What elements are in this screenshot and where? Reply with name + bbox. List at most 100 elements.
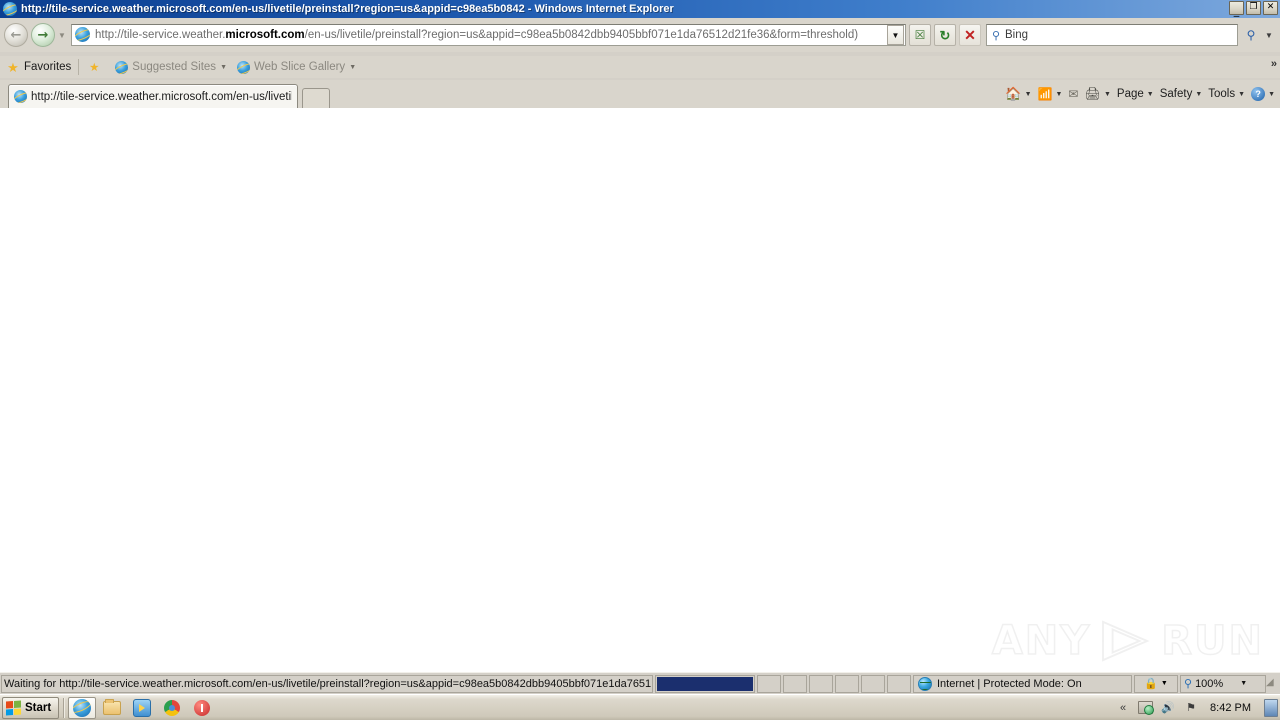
compatibility-view-button[interactable]: ☒ (909, 24, 931, 46)
stop-button[interactable]: ✕ (959, 24, 981, 46)
resize-grip[interactable]: ◢ (1266, 677, 1278, 689)
show-desktop-button[interactable] (1264, 698, 1278, 717)
safety-menu-label: Safety (1159, 88, 1193, 100)
chevron-down-icon: ▼ (349, 63, 357, 71)
status-segment (835, 674, 859, 693)
volume-icon[interactable]: 🔊 (1160, 700, 1176, 716)
taskbar-divider (63, 697, 65, 718)
lock-icon: 🔒 (1144, 678, 1158, 690)
taskbar-item-internet-explorer[interactable] (68, 696, 97, 719)
window-controls: _ ❐ ✕ (1229, 1, 1278, 17)
new-tab-button[interactable] (302, 88, 330, 108)
status-message: Waiting for http://tile-service.weather.… (1, 674, 653, 693)
minimize-icon: _ (1233, 3, 1240, 17)
protected-mode-indicator[interactable]: 🔒 ▼ (1134, 674, 1178, 693)
taskbar-item-chrome-browser[interactable] (158, 697, 186, 719)
tools-menu-label: Tools (1208, 88, 1236, 100)
rss-feed-icon: 📶 (1037, 87, 1053, 101)
search-go-button[interactable]: ⚲ (1240, 24, 1262, 46)
internet-zone-icon (918, 676, 932, 691)
address-bar[interactable]: http://tile-service.weather.microsoft.co… (71, 24, 906, 46)
tools-menu-button[interactable]: Tools ▼ (1205, 83, 1248, 105)
search-box[interactable]: ⚲ Bing (986, 24, 1238, 46)
home-button[interactable]: 🏠 ▼ (1002, 83, 1034, 105)
print-button[interactable]: 🖨 ▼ (1081, 83, 1113, 105)
ie-icon (235, 60, 251, 74)
ie-icon (73, 698, 92, 717)
tab-favicon-icon (14, 90, 27, 103)
taskbar-item-power-app[interactable] (188, 697, 216, 719)
watermark-text-left: ANY (991, 617, 1092, 665)
show-hidden-icons-button[interactable]: « (1115, 700, 1131, 716)
status-segment (861, 674, 885, 693)
chevron-down-icon: ▼ (1268, 90, 1275, 98)
security-zone[interactable]: Internet | Protected Mode: On (913, 674, 1132, 693)
favorites-button-label[interactable]: Favorites (24, 61, 71, 73)
favorites-star-icon[interactable]: ★ (6, 60, 20, 74)
action-center-flag-icon[interactable]: ⚑ (1183, 700, 1199, 716)
network-icon[interactable] (1138, 701, 1155, 715)
chevron-down-icon: ▼ (1146, 90, 1154, 98)
feeds-button[interactable]: 📶 ▼ (1035, 83, 1066, 105)
help-menu-button[interactable]: ? ▼ (1248, 83, 1278, 105)
recent-pages-button[interactable]: ▼ (55, 25, 69, 45)
stop-icon: ✕ (964, 27, 976, 43)
page-menu-button[interactable]: Page ▼ (1114, 83, 1157, 105)
start-button-label: Start (25, 701, 52, 714)
ie-icon (113, 60, 129, 74)
chevron-down-icon: ▼ (891, 30, 900, 40)
favorites-item-web-slice-gallery[interactable]: Web Slice Gallery ▼ (235, 60, 357, 74)
chevron-down-icon: ▼ (1024, 90, 1032, 98)
taskbar-item-windows-explorer[interactable] (98, 697, 126, 719)
refresh-icon: ↻ (939, 27, 951, 43)
favorites-item-suggested-sites[interactable]: Suggested Sites ▼ (113, 60, 227, 74)
zoom-magnifier-icon: ⚲ (1184, 678, 1193, 690)
refresh-button[interactable]: ↻ (934, 24, 956, 46)
media-player-icon (133, 698, 152, 717)
chevron-down-icon: ▼ (1240, 680, 1248, 687)
tab-active[interactable]: http://tile-service.weather.microsoft.co… (8, 84, 298, 108)
favorites-item-label: Web Slice Gallery (254, 61, 346, 73)
clock[interactable]: 8:42 PM (1206, 702, 1255, 714)
command-bar: 🏠 ▼ 📶 ▼ ✉ 🖨 ▼ Page ▼ Safety ▼ Tools ▼ ? … (1002, 80, 1280, 108)
search-provider-dropdown[interactable]: ▼ (1262, 31, 1276, 40)
safety-menu-button[interactable]: Safety ▼ (1157, 83, 1206, 105)
address-dropdown-button[interactable]: ▼ (887, 25, 904, 45)
windows-logo-icon (6, 699, 21, 716)
printer-icon: 🖨 (1084, 86, 1101, 101)
toolbar-divider (78, 59, 80, 75)
back-button[interactable]: ← (4, 23, 28, 47)
close-button[interactable]: ✕ (1263, 1, 1278, 15)
restore-button[interactable]: ❐ (1246, 1, 1261, 15)
help-icon: ? (1251, 87, 1266, 101)
address-toolbar: ← → ▼ http://tile-service.weather.micros… (0, 18, 1280, 52)
zoom-level-label: 100% (1195, 677, 1224, 690)
power-icon (194, 699, 211, 716)
start-button[interactable]: Start (2, 696, 60, 719)
restore-icon: ❐ (1249, 1, 1258, 12)
mail-icon: ✉ (1068, 87, 1079, 101)
system-tray: « 🔊 ⚑ 8:42 PM (1115, 698, 1280, 717)
address-prefix: http://tile-service.weather. (95, 29, 226, 41)
read-mail-button[interactable]: ✉ (1065, 83, 1081, 105)
taskbar-item-media-player[interactable] (128, 697, 156, 719)
address-domain: microsoft.com (225, 29, 305, 41)
toolbar-overflow-button[interactable]: » (1271, 58, 1277, 70)
back-arrow-icon: ← (10, 27, 22, 43)
chevron-down-icon: ▼ (1160, 680, 1168, 687)
tab-title: http://tile-service.weather.microsoft.co… (31, 90, 292, 103)
forward-button[interactable]: → (31, 23, 55, 47)
minimize-button[interactable]: _ (1229, 1, 1244, 17)
zoom-control[interactable]: ⚲ 100% ▼ (1180, 674, 1266, 693)
page-content-area[interactable]: ANY RUN (0, 108, 1280, 672)
chevron-down-icon: ▼ (220, 63, 227, 71)
chevron-down-icon: ▼ (1103, 90, 1111, 98)
favorites-bar: ★ Favorites ★ Suggested Sites ▼ Web Slic… (0, 56, 1280, 78)
home-icon: 🏠 (1005, 86, 1022, 101)
progress-fill (657, 676, 753, 691)
chevron-down-icon: ▼ (58, 30, 66, 40)
search-input[interactable]: Bing (1005, 29, 1028, 41)
chevron-down-icon: ▼ (1238, 90, 1246, 98)
compatibility-icon: ☒ (914, 28, 926, 42)
add-to-favorites-bar-icon[interactable]: ★ (86, 60, 105, 74)
